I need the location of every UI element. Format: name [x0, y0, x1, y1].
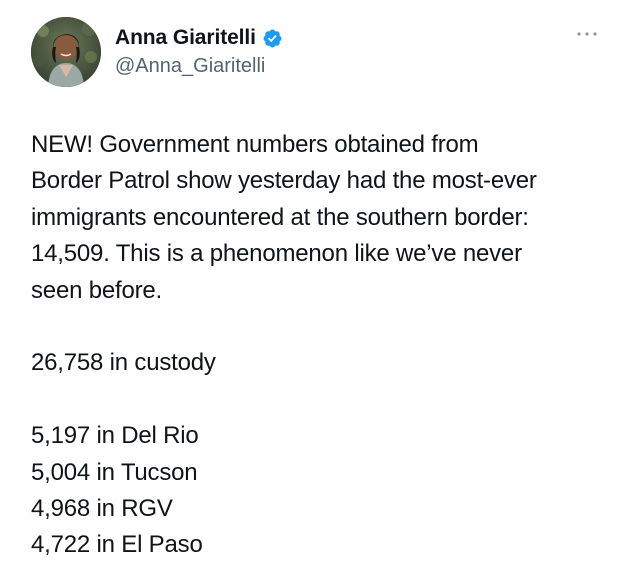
custody-count: 26,758 in custody: [31, 349, 216, 377]
tweet-line: NEW! Government numbers obtained from: [31, 131, 479, 158]
author-handle[interactable]: @Anna_Giaritelli: [115, 55, 283, 78]
display-name-row: Anna Giaritelli: [115, 25, 283, 51]
display-name[interactable]: Anna Giaritelli: [115, 26, 256, 50]
author-names: Anna Giaritelli @Anna_Giaritelli: [115, 25, 283, 78]
tweet-line: seen before.: [31, 276, 163, 304]
tweet-text: NEW! Government numbers obtained from Bo…: [31, 127, 611, 564]
sector-item: 4,968 in RGV: [31, 495, 173, 523]
sector-item: 4,722 in El Paso: [31, 531, 203, 559]
tweet-line: 14,509. This is a phenomenon like we’ve …: [31, 240, 522, 268]
more-dots-icon[interactable]: [575, 27, 599, 41]
sector-item: 5,197 in Del Rio: [31, 422, 199, 450]
avatar-image: [31, 17, 101, 87]
tweet-header: Anna Giaritelli @Anna_Giaritelli: [31, 17, 611, 89]
custody-paragraph: 26,758 in custody: [31, 345, 611, 381]
tweet-intro-paragraph: NEW! Government numbers obtained from Bo…: [31, 127, 611, 309]
verified-badge-icon: [262, 28, 283, 49]
sector-list: 5,197 in Del Rio 5,004 in Tucson 4,968 i…: [31, 418, 611, 564]
sector-item: 5,004 in Tucson: [31, 458, 198, 486]
tweet-line: Border Patrol show yesterday had the mos…: [31, 167, 537, 195]
avatar[interactable]: [31, 17, 101, 87]
tweet-line: immigrants encountered at the southern b…: [31, 203, 529, 231]
tweet-card: Anna Giaritelli @Anna_Giaritelli NEW! Go…: [0, 0, 629, 582]
